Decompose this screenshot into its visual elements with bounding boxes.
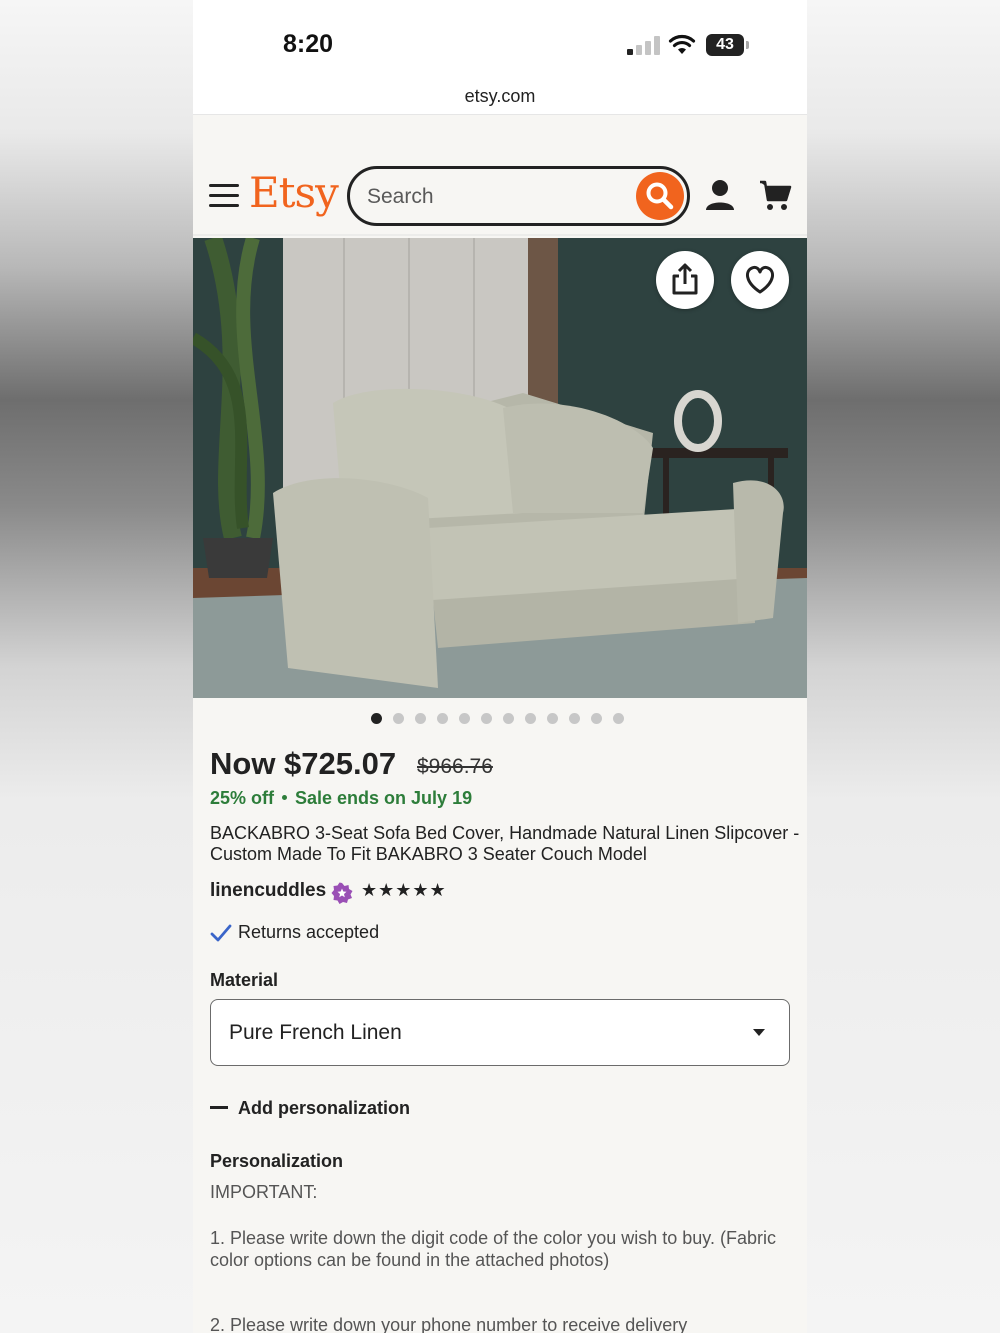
search-button[interactable] (636, 172, 684, 220)
checkmark-icon (210, 924, 232, 942)
pagination-dot[interactable] (525, 713, 536, 724)
shopping-cart-icon[interactable] (758, 178, 792, 212)
material-select[interactable]: Pure French Linen (210, 999, 790, 1066)
search-input[interactable]: Search (367, 185, 434, 209)
pagination-dot[interactable] (569, 713, 580, 724)
returns-info: Returns accepted (210, 922, 379, 943)
search-bar[interactable]: Search (347, 166, 690, 226)
site-header: Etsy Search (193, 116, 807, 236)
discount-text: 25% off (210, 788, 275, 808)
personalization-label: Personalization (210, 1151, 344, 1171)
current-price: Now $725.07 (210, 746, 397, 781)
minus-icon (210, 1105, 228, 1109)
rating-stars[interactable]: ★★★★★ (361, 880, 447, 901)
pagination-dot[interactable] (591, 713, 602, 724)
product-image[interactable] (193, 238, 807, 698)
pagination-dot[interactable] (613, 713, 624, 724)
sale-end-text: Sale ends on July 19 (295, 788, 473, 808)
hamburger-menu-icon[interactable] (209, 184, 239, 208)
original-price: $966.76 (417, 755, 493, 778)
magnifier-icon (646, 182, 674, 210)
personalization-instruction-1: 1. Please write down the digit code of t… (210, 1228, 776, 1270)
pagination-dot[interactable] (547, 713, 558, 724)
status-time: 8:20 (283, 30, 334, 58)
person-icon[interactable] (703, 178, 737, 212)
price-row: Now $725.07 $966.76 (210, 746, 493, 782)
pagination-dot-active[interactable] (371, 713, 382, 724)
heart-icon (746, 265, 774, 294)
star-seller-badge-icon (331, 882, 353, 904)
add-personalization-toggle[interactable]: Add personalization (210, 1098, 410, 1119)
battery-indicator: 43 (706, 34, 749, 56)
sale-info: 25% off Sale ends on July 19 (210, 788, 472, 809)
pagination-dot[interactable] (503, 713, 514, 724)
add-personalization-text: Add personalization (238, 1098, 411, 1118)
shop-row: linencuddles ★★★★★ (210, 880, 446, 906)
pagination-dot[interactable] (415, 713, 426, 724)
browser-url[interactable]: etsy.com (193, 86, 807, 107)
caret-down-icon (753, 1029, 765, 1036)
share-icon (672, 263, 698, 295)
returns-text: Returns accepted (238, 922, 380, 942)
phone-screen: 8:20 43 etsy.com Etsy Search Now $725.07… (193, 0, 807, 1333)
material-label: Material (210, 970, 279, 990)
pagination-dot[interactable] (393, 713, 404, 724)
personalization-instruction-2: 2. Please write down your phone number t… (210, 1315, 688, 1333)
personalization-important: IMPORTANT: (210, 1182, 318, 1202)
etsy-logo[interactable]: Etsy (249, 168, 339, 217)
sofa-photo (193, 238, 807, 698)
wifi-icon (668, 34, 696, 54)
cellular-signal-icon (627, 35, 661, 55)
product-title: BACKABRO 3-Seat Sofa Bed Cover, Handmade… (210, 823, 800, 864)
favorite-button[interactable] (731, 251, 789, 309)
status-bar: 8:20 43 etsy.com (193, 0, 807, 115)
shop-name-link[interactable]: linencuddles (210, 880, 326, 901)
pagination-dot[interactable] (437, 713, 448, 724)
pagination-dot[interactable] (459, 713, 470, 724)
material-selected-value: Pure French Linen (229, 1021, 402, 1044)
pagination-dot[interactable] (481, 713, 492, 724)
share-button[interactable] (656, 251, 714, 309)
